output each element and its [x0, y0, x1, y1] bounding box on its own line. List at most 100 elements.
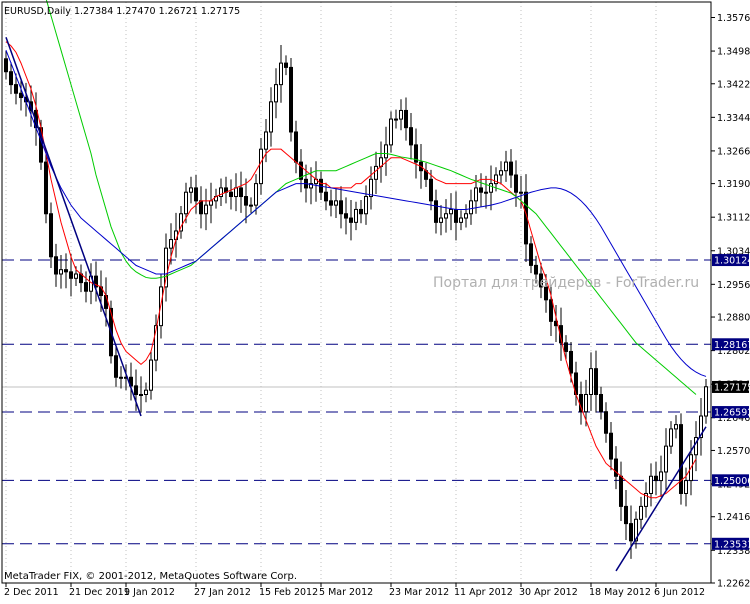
candle-body	[14, 84, 18, 94]
candle-body	[144, 389, 148, 395]
y-tick-label: 1.33440	[717, 113, 750, 124]
candle-body	[199, 200, 203, 215]
candle-body	[704, 386, 708, 417]
candle-body	[679, 424, 683, 494]
candle-body	[329, 200, 333, 206]
candle-body	[479, 187, 483, 193]
candle-body	[449, 208, 453, 215]
chart-window[interactable]: 1.35760 1.34980 1.34220 1.33440 1.32660 1.319…	[0, 0, 750, 600]
candle-body	[204, 204, 208, 215]
candle-body	[19, 92, 23, 99]
candle-body	[49, 213, 53, 258]
candle-body	[529, 243, 533, 266]
candle-body	[609, 432, 613, 460]
candle-body	[549, 299, 553, 322]
candle-body	[439, 217, 443, 223]
x-tick-label: 21 Dec 2011	[69, 587, 130, 598]
candle-body	[509, 161, 513, 176]
y-tick-label: 1.28800	[717, 313, 750, 324]
level-price-label: 1.26592	[714, 408, 750, 419]
x-tick-label: 6 Jun 2012	[654, 587, 705, 598]
candle-body	[229, 191, 233, 198]
candle-body	[649, 475, 653, 494]
level-price-label: 1.28167	[714, 340, 750, 351]
candle-body	[119, 376, 123, 379]
candle-body	[189, 187, 193, 193]
candle-body	[454, 208, 458, 223]
candle-body	[504, 161, 508, 172]
candle-body	[464, 213, 468, 219]
x-tick-label: 30 Apr 2012	[519, 587, 578, 598]
candle-body	[469, 200, 473, 215]
candle-body	[614, 458, 618, 477]
candle-body	[134, 385, 138, 395]
x-tick-label: 5 Mar 2012	[319, 587, 373, 598]
candle-body	[44, 161, 48, 215]
candle-body	[429, 178, 433, 202]
candle-body	[244, 196, 248, 206]
chart-symbol-header: EURUSD,Daily 1.27384 1.27470 1.26721 1.2…	[4, 6, 240, 17]
candle-body	[384, 144, 388, 159]
y-tick-label: 1.31120	[717, 213, 750, 224]
candle-body	[149, 359, 153, 391]
price-chart[interactable]: 1.35760 1.34980 1.34220 1.33440 1.32660 1.319…	[0, 0, 750, 600]
candle-body	[489, 183, 493, 193]
candle-body	[664, 445, 668, 473]
candle-body	[4, 58, 8, 73]
candle-body	[654, 475, 658, 482]
candle-body	[74, 273, 78, 279]
candle-body	[239, 187, 243, 198]
y-tick-label: 1.25700	[717, 446, 750, 457]
candle-body	[534, 264, 538, 275]
y-tick-label: 1.35760	[717, 13, 750, 24]
x-tick-label: 27 Jan 2012	[194, 587, 251, 598]
candle-body	[484, 191, 488, 194]
candle-body	[619, 475, 623, 507]
candle-body	[594, 368, 598, 395]
y-tick-label: 1.22620	[717, 579, 750, 590]
candle-body	[584, 393, 588, 413]
candle-body	[114, 355, 118, 378]
candle-body	[284, 62, 288, 68]
y-tick-label: 1.34980	[717, 47, 750, 58]
candle-body	[259, 148, 263, 185]
candle-body	[349, 217, 353, 223]
candle-body	[389, 118, 393, 146]
chart-background	[0, 0, 750, 600]
candle-body	[604, 411, 608, 434]
candle-body	[399, 109, 403, 120]
candle-body	[684, 480, 688, 494]
candle-body	[324, 191, 328, 202]
candle-body	[194, 187, 198, 202]
candle-body	[564, 342, 568, 352]
candle-body	[589, 368, 593, 395]
candle-body	[169, 239, 173, 249]
candle-body	[674, 424, 678, 430]
candle-body	[624, 505, 628, 525]
x-tick-label: 2 Dec 2011	[4, 587, 59, 598]
candle-body	[629, 523, 633, 542]
candle-body	[234, 187, 238, 198]
candle-body	[364, 196, 368, 215]
level-price-label: 1.25006	[714, 476, 750, 487]
candle-body	[359, 208, 363, 215]
candle-body	[264, 131, 268, 150]
candle-body	[289, 66, 293, 133]
candle-body	[659, 471, 663, 482]
current-price-label: 1.27175	[714, 382, 750, 393]
candle-body	[209, 200, 213, 206]
x-tick-label: 18 May 2012	[589, 587, 651, 598]
y-tick-label: 1.24160	[717, 512, 750, 523]
candle-body	[279, 62, 283, 86]
candle-body	[394, 118, 398, 121]
level-price-label: 1.30124	[714, 256, 750, 267]
candle-body	[409, 127, 413, 146]
candle-body	[369, 178, 373, 198]
candle-body	[64, 269, 68, 273]
level-price-label: 1.23531	[714, 539, 750, 550]
candle-body	[254, 183, 258, 206]
candle-body	[669, 428, 673, 447]
candle-body	[9, 71, 13, 86]
y-tick-label: 1.34220	[717, 79, 750, 90]
candle-body	[374, 165, 378, 180]
